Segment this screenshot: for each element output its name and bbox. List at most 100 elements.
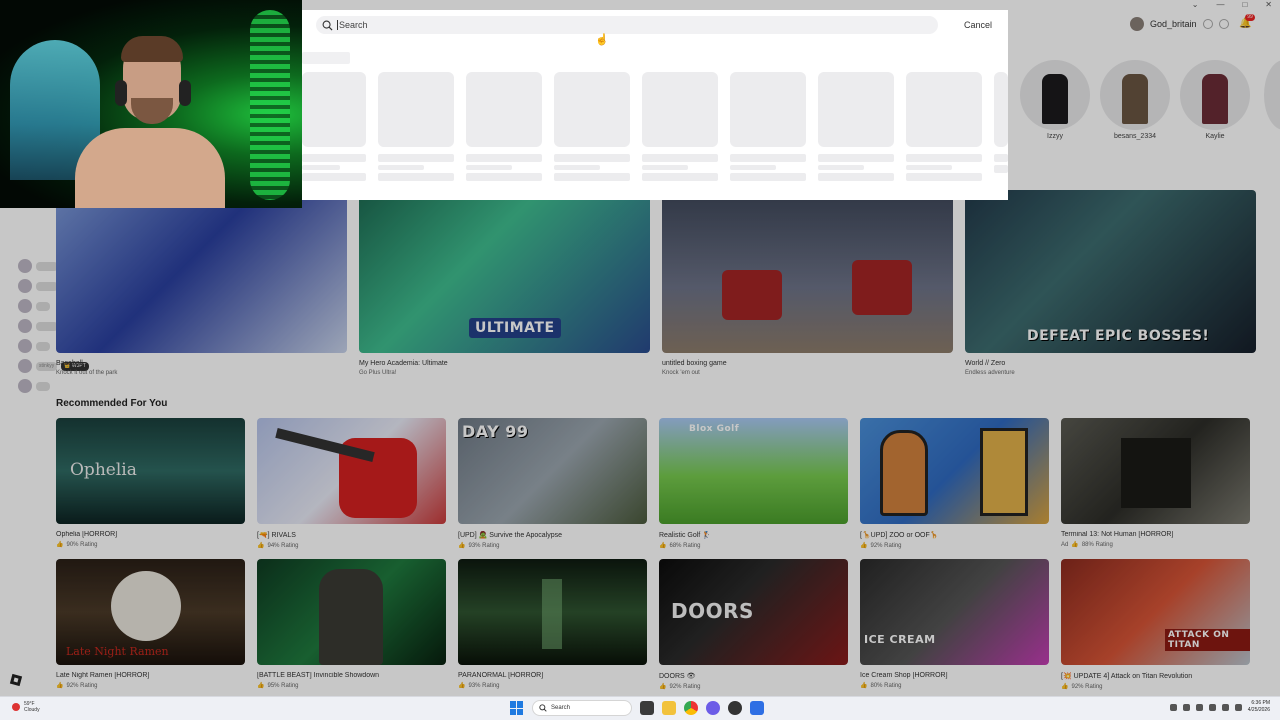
ad-label: Ad bbox=[1061, 541, 1069, 548]
headset-left bbox=[115, 80, 127, 106]
skeleton-card bbox=[994, 72, 1008, 181]
game-card[interactable]: DOORS DOORS 👁 👍 92% Rating bbox=[659, 559, 848, 690]
game-card[interactable]: Baseball Knock it out of the park bbox=[56, 190, 347, 376]
friend-avatar[interactable] bbox=[1100, 60, 1170, 130]
game-title: [BATTLE BEAST] Invincible Showdown bbox=[257, 672, 380, 679]
tray-chevron-icon[interactable] bbox=[1169, 703, 1177, 711]
game-thumbnail[interactable] bbox=[458, 559, 647, 665]
window-controls: ⌄ — □ ✕ bbox=[1192, 0, 1272, 10]
friend-item[interactable]: Kaylie bbox=[1180, 60, 1250, 140]
friend-avatar-partial[interactable] bbox=[1264, 60, 1280, 130]
friend-item[interactable]: Izzyy bbox=[1020, 60, 1090, 140]
game-thumbnail[interactable] bbox=[860, 418, 1049, 524]
roblox-logo-icon[interactable] bbox=[9, 673, 23, 687]
game-thumbnail[interactable]: ATTACK ON TITAN bbox=[1061, 559, 1250, 665]
thumbs-up-icon: 👍 bbox=[458, 543, 466, 549]
settings-icon[interactable] bbox=[1218, 19, 1229, 29]
search-input[interactable] bbox=[337, 20, 897, 30]
game-card[interactable]: Late Night Ramen Late Night Ramen [HORRO… bbox=[56, 559, 245, 690]
robux-icon[interactable] bbox=[1202, 19, 1213, 29]
game-thumbnail[interactable]: ICE CREAM bbox=[860, 559, 1049, 665]
game-rating: 👍 94% Rating bbox=[257, 542, 446, 550]
friend-avatar[interactable] bbox=[1180, 60, 1250, 130]
volume-icon[interactable] bbox=[1234, 703, 1242, 711]
game-card[interactable]: [🔫] RIVALS 👍 94% Rating bbox=[257, 418, 446, 549]
game-thumbnail[interactable] bbox=[662, 190, 953, 353]
skeleton-line bbox=[466, 154, 542, 162]
avatar[interactable] bbox=[1130, 17, 1144, 31]
sidebar-item[interactable] bbox=[18, 376, 89, 396]
game-thumbnail[interactable] bbox=[56, 190, 347, 353]
boxing-glove-art bbox=[852, 260, 912, 315]
skeleton-image bbox=[906, 72, 982, 147]
game-thumbnail[interactable] bbox=[257, 559, 446, 665]
tray-app-icon[interactable] bbox=[1195, 703, 1203, 711]
game-card[interactable]: ICE CREAM Ice Cream Shop [HORROR] 👍 80% R… bbox=[860, 559, 1049, 690]
game-title: DOORS 👁 bbox=[659, 673, 696, 680]
sidebar-label bbox=[36, 261, 58, 271]
clock[interactable]: 6:36 PM 4/25/2026 bbox=[1248, 700, 1270, 714]
windows-start-icon[interactable] bbox=[510, 701, 524, 715]
game-thumbnail[interactable]: DOORS bbox=[659, 559, 848, 665]
search-bar[interactable] bbox=[316, 16, 938, 34]
file-explorer-icon[interactable] bbox=[662, 701, 676, 715]
game-card[interactable]: DEFEAT EPIC BOSSES! World // Zero Endles… bbox=[965, 190, 1256, 376]
skeleton-image bbox=[994, 72, 1008, 147]
user-area: God_britain bbox=[1130, 17, 1229, 31]
game-subtitle: Knock it out of the park bbox=[56, 370, 118, 376]
game-card[interactable]: untitled boxing game Knock 'em out bbox=[662, 190, 953, 376]
sidebar-label: stinkyy bbox=[36, 361, 58, 371]
game-thumbnail[interactable]: Ophelia bbox=[56, 418, 245, 524]
skeleton-heading bbox=[302, 52, 350, 64]
username[interactable]: God_britain bbox=[1150, 19, 1197, 29]
friend-item[interactable]: besans_2334 bbox=[1100, 60, 1170, 140]
thumbs-up-icon: 👍 bbox=[659, 543, 667, 549]
game-thumbnail[interactable] bbox=[1061, 418, 1250, 524]
discord-icon[interactable] bbox=[706, 701, 720, 715]
game-thumbnail[interactable]: DAY 99 bbox=[458, 418, 647, 524]
minimize-to-tray-icon[interactable]: ⌄ bbox=[1192, 0, 1199, 10]
thumbs-up-icon: 👍 bbox=[659, 684, 667, 690]
game-rating: 👍 92% Rating bbox=[860, 542, 1049, 550]
game-thumbnail[interactable]: Blox Golf bbox=[659, 418, 848, 524]
skeleton-image bbox=[302, 72, 366, 147]
skeleton-line bbox=[642, 165, 688, 170]
obs-icon[interactable] bbox=[728, 701, 742, 715]
game-card[interactable]: DAY 99 [UPD] 🧟 Survive the Apocalypse 👍 9… bbox=[458, 418, 647, 549]
headset-right bbox=[179, 80, 191, 106]
skeleton-image bbox=[642, 72, 718, 147]
game-thumbnail[interactable] bbox=[257, 418, 446, 524]
game-thumbnail[interactable]: DEFEAT EPIC BOSSES! bbox=[965, 190, 1256, 353]
friend-avatar[interactable] bbox=[1020, 60, 1090, 130]
close-icon[interactable]: ✕ bbox=[1265, 0, 1272, 10]
roblox-app-icon[interactable] bbox=[750, 701, 764, 715]
taskbar-search[interactable]: Search bbox=[532, 700, 632, 716]
wifi-icon[interactable] bbox=[1221, 703, 1229, 711]
chrome-icon[interactable] bbox=[684, 701, 698, 715]
number-seven-art bbox=[980, 428, 1028, 516]
game-card[interactable]: ULTIMATE My Hero Academia: Ultimate Go P… bbox=[359, 190, 650, 376]
tray-app-icon[interactable] bbox=[1182, 703, 1190, 711]
section-title[interactable]: Recommended For You bbox=[56, 398, 167, 409]
sidebar-label bbox=[36, 321, 58, 331]
streamer-hair bbox=[121, 36, 183, 62]
game-thumbnail[interactable]: Late Night Ramen bbox=[56, 559, 245, 665]
game-rating: 👍 92% Rating bbox=[56, 682, 245, 690]
game-card[interactable]: ATTACK ON TITAN [💥 UPDATE 4] Attack on T… bbox=[1061, 559, 1250, 690]
game-card[interactable]: Terminal 13: Not Human [HORROR] Ad 👍 88% R… bbox=[1061, 418, 1250, 549]
game-card[interactable]: Ophelia Ophelia [HORROR] 👍 90% Rating bbox=[56, 418, 245, 549]
game-card[interactable]: PARANORMAL [HORROR] 👍 93% Rating bbox=[458, 559, 647, 690]
cancel-button[interactable]: Cancel bbox=[964, 20, 992, 30]
beast-character-art bbox=[319, 569, 383, 665]
maximize-icon[interactable]: □ bbox=[1242, 0, 1247, 10]
game-card[interactable]: [BATTLE BEAST] Invincible Showdown 👍 95% … bbox=[257, 559, 446, 690]
task-view-icon[interactable] bbox=[640, 701, 654, 715]
skeleton-line bbox=[642, 154, 718, 162]
weather-widget[interactable]: 59°F Cloudy bbox=[12, 701, 40, 713]
minimize-icon[interactable]: — bbox=[1216, 0, 1224, 10]
game-card[interactable]: Blox Golf Realistic Golf 🏌 👍 68% Rating bbox=[659, 418, 848, 549]
game-card[interactable]: [🦒UPD] ZOO or OOF🦒 👍 92% Rating bbox=[860, 418, 1049, 549]
tray-app-icon[interactable] bbox=[1208, 703, 1216, 711]
thumbs-up-icon: 👍 bbox=[56, 683, 64, 689]
game-thumbnail[interactable]: ULTIMATE bbox=[359, 190, 650, 353]
